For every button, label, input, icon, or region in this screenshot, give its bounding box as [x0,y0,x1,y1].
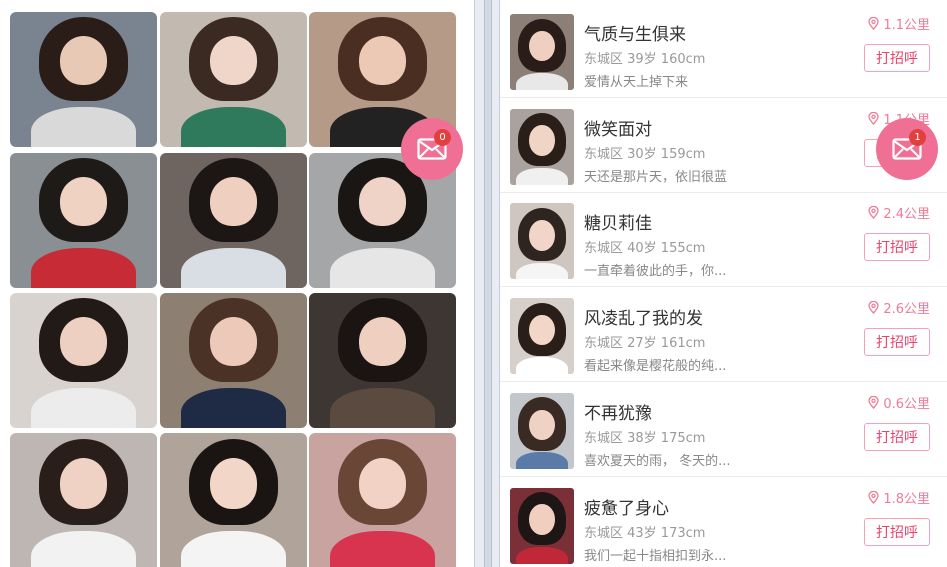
location-pin-icon [868,301,879,315]
location-pin-icon [868,17,879,30]
message-button[interactable]: 0 [401,118,463,180]
distance-label: 1.8公里 [868,488,930,507]
greet-button[interactable]: 打招呼 [864,422,930,451]
distance-label: 2.6公里 [868,298,930,317]
photo-thumbnail[interactable] [10,153,157,288]
avatar[interactable] [510,392,574,469]
greet-button[interactable]: 打招呼 [864,517,930,546]
profile-name: 疲惫了身心 [584,498,669,519]
location-pin-icon [868,395,879,409]
profile-meta: 东城区 27岁 161cm [584,336,706,352]
distance-label: 1.1公里 [868,14,930,33]
greet-button[interactable]: 打招呼 [864,328,930,357]
profile-row[interactable]: 风凌乱了我的发东城区 27岁 161cm 看起来像是樱花般的纯... 2.6公里打招… [500,288,947,383]
profile-name: 气质与生俱来 [584,25,686,45]
panel-divider [474,0,500,567]
profile-list-panel: 气质与生俱来 东城区 39岁 160cm 爱情从天上掉下来 1.1公里 打招呼 微笑面对东… [500,0,947,567]
avatar[interactable] [510,14,574,90]
photo-thumbnail[interactable] [160,293,307,428]
profile-name: 糖贝莉佳 [584,214,652,235]
distance-value: 0.6公里 [883,396,930,412]
greet-button[interactable]: 打招呼 [864,233,930,262]
distance-label: 2.4公里 [868,203,930,222]
unread-badge: 1 [909,129,926,146]
photo-thumbnail[interactable] [160,12,307,147]
distance-label: 0.6公里 [868,393,930,412]
profile-meta: 东城区 43岁 173cm [584,525,706,541]
distance-value: 2.6公里 [883,302,930,318]
profile-row[interactable]: 气质与生俱来东城区 39岁 160cm 爱情从天上掉下来 1.1公里打招呼 [500,4,947,98]
location-pin-icon [868,206,879,220]
scrollbar-track[interactable] [484,0,492,567]
profile-meta: 东城区 39岁 160cm [584,52,706,67]
profile-bio: 看起来像是樱花般的纯... [584,359,727,375]
profile-row[interactable]: 不再犹豫东城区 38岁 175cm 喜欢夏天的雨， 冬天的... 0.6公里打招呼 [500,383,947,477]
profile-meta: 东城区 40岁 155cm [584,241,706,257]
photo-thumbnail[interactable] [10,293,157,428]
photo-thumbnail[interactable] [10,433,157,567]
profile-meta: 东城区 30岁 159cm [584,146,706,162]
location-pin-icon [868,111,879,125]
profile-bio: 爱情从天上掉下来 [584,75,689,90]
photo-thumbnail[interactable] [309,293,456,428]
profile-bio: 一直牵着彼此的手，你... [584,264,727,280]
photo-grid-panel: 0 [0,0,474,567]
location-pin-icon [868,490,879,504]
photo-thumbnail[interactable] [160,433,307,567]
photo-thumbnail[interactable] [10,12,157,147]
profile-bio: 天还是那片天，依旧很蓝 [584,169,728,185]
avatar[interactable] [510,298,574,375]
greet-button[interactable]: 打招呼 [864,44,930,72]
unread-badge: 0 [434,129,451,146]
profile-meta: 东城区 38岁 175cm [584,430,706,446]
profile-name: 风凌乱了我的发 [584,309,703,330]
avatar[interactable] [510,487,574,564]
profile-name: 微笑面对 [584,119,652,140]
avatar[interactable] [510,108,574,185]
profile-bio: 我们一起十指相扣到永... [584,548,727,564]
avatar[interactable] [510,203,574,280]
distance-value: 1.8公里 [883,491,930,507]
photo-thumbnail[interactable] [309,433,456,567]
profile-row[interactable]: 糖贝莉佳东城区 40岁 155cm 一直牵着彼此的手，你... 2.4公里打招呼 [500,193,947,288]
profile-name: 不再犹豫 [584,403,652,424]
profile-bio: 喜欢夏天的雨， 冬天的... [584,453,731,469]
message-button[interactable]: 1 [876,118,938,180]
profile-row[interactable]: 疲惫了身心东城区 43岁 173cm 我们一起十指相扣到永... 1.8公里打招呼 [500,478,947,567]
distance-value: 2.4公里 [883,207,930,223]
photo-thumbnail[interactable] [160,153,307,288]
distance-value: 1.1公里 [883,18,930,33]
